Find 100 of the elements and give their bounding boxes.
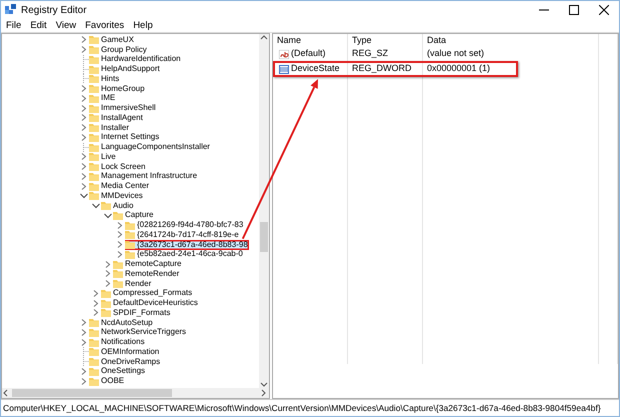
folder-icon [89, 182, 99, 191]
horizontal-scrollbar[interactable] [2, 388, 269, 398]
tree-item[interactable]: OneDriveRamps [89, 356, 162, 366]
tree-item[interactable]: OOBE [89, 376, 126, 386]
tree-item[interactable]: Management Infrastructure [89, 172, 198, 182]
tree-item[interactable]: Hints [89, 74, 120, 84]
scroll-up-icon[interactable] [260, 34, 268, 42]
expand-chevron-icon[interactable] [103, 260, 113, 269]
expand-chevron-icon[interactable] [79, 94, 89, 103]
value-data: 0x00000001 (1) [426, 63, 492, 75]
expand-chevron-icon[interactable] [79, 366, 89, 376]
value-name[interactable]: DeviceState [291, 62, 340, 76]
folder-icon [89, 64, 99, 74]
expand-chevron-icon[interactable] [115, 250, 125, 259]
expand-chevron-icon[interactable] [79, 152, 89, 162]
folder-icon [89, 347, 99, 356]
scroll-thumb[interactable] [260, 222, 268, 252]
expand-chevron-icon[interactable] [79, 35, 89, 44]
tree-item[interactable]: Live [89, 152, 117, 162]
tree-item[interactable]: RemoteRender [113, 269, 180, 279]
tree-item[interactable]: Compressed_Formats [101, 288, 194, 298]
vertical-scrollbar[interactable] [259, 34, 269, 388]
tree-item[interactable]: Media Center [89, 181, 150, 191]
tree-item[interactable]: Render [113, 278, 152, 288]
menu-item[interactable]: Help [133, 20, 153, 31]
expand-chevron-icon[interactable] [115, 220, 125, 230]
tree-item[interactable]: InstallAgent [89, 113, 144, 123]
expand-chevron-icon[interactable] [79, 162, 89, 172]
collapse-chevron-icon[interactable] [103, 210, 113, 220]
maximize-icon[interactable] [569, 5, 579, 15]
expand-chevron-icon[interactable] [115, 230, 125, 240]
expand-chevron-icon[interactable] [79, 338, 89, 347]
folder-icon [89, 54, 99, 64]
expand-chevron-icon[interactable] [79, 172, 89, 181]
collapse-chevron-icon[interactable] [79, 191, 89, 200]
value-name[interactable]: (Default) [291, 47, 326, 61]
scroll-left-icon[interactable] [2, 389, 10, 397]
tree-item[interactable]: Lock Screen [89, 162, 146, 172]
expand-chevron-icon[interactable] [79, 45, 89, 54]
tree-item[interactable]: HomeGroup [89, 84, 146, 94]
column-header[interactable]: Type [348, 34, 423, 47]
tree-item[interactable]: IME [89, 94, 116, 104]
expand-chevron-icon[interactable] [115, 240, 125, 250]
scroll-thumb[interactable] [12, 389, 172, 397]
tree-item[interactable]: LanguageComponentsInstaller [89, 142, 211, 152]
folder-icon [89, 104, 99, 113]
expand-chevron-icon[interactable] [91, 298, 101, 308]
folder-icon [89, 366, 99, 376]
tree-item[interactable]: Notifications [89, 337, 146, 347]
collapse-chevron-icon[interactable] [91, 201, 101, 210]
registry-app-icon [5, 4, 17, 16]
expand-chevron-icon[interactable] [79, 132, 89, 142]
tree-item[interactable]: Audio [101, 200, 134, 210]
tree-item[interactable]: GameUX [89, 35, 135, 45]
scroll-down-icon[interactable] [260, 380, 268, 388]
expand-chevron-icon[interactable] [79, 182, 89, 191]
tree-item[interactable]: HardwareIdentification [89, 54, 182, 64]
expand-chevron-icon[interactable] [79, 376, 89, 386]
menu-item[interactable]: View [56, 20, 76, 31]
folder-icon [125, 220, 135, 230]
tree-item[interactable]: RemoteCapture [113, 259, 182, 269]
column-header[interactable]: Data [423, 34, 599, 47]
tree-item[interactable]: Installer [89, 122, 130, 132]
tree-item[interactable]: OneSettings [89, 366, 146, 376]
tree-item[interactable]: {e5b82aed-24e1-46ca-9cab-0 [125, 250, 244, 260]
expand-chevron-icon[interactable] [91, 308, 101, 318]
tree-item[interactable]: HelpAndSupport [89, 64, 161, 74]
expand-chevron-icon[interactable] [79, 104, 89, 113]
tree-item[interactable]: NetworkServiceTriggers [89, 328, 188, 338]
tree-item[interactable]: ImmersiveShell [89, 103, 157, 113]
expand-chevron-icon[interactable] [103, 279, 113, 288]
close-icon[interactable] [599, 5, 609, 15]
expand-chevron-icon[interactable] [79, 318, 89, 328]
value-data: (value not set) [426, 48, 486, 60]
expand-chevron-icon[interactable] [79, 84, 89, 94]
tree-item[interactable]: Internet Settings [89, 132, 160, 142]
expand-chevron-icon[interactable] [91, 288, 101, 298]
expand-chevron-icon[interactable] [79, 328, 89, 337]
tree-item[interactable]: OEMInformation [89, 347, 160, 357]
tree-item[interactable]: {3a2673c1-d67a-46ed-8b83-98 [125, 240, 249, 250]
scroll-right-icon[interactable] [259, 389, 267, 397]
folder-icon [89, 376, 99, 386]
expand-chevron-icon[interactable] [79, 123, 89, 132]
tree-item[interactable]: SPDIF_Formats [101, 308, 172, 318]
folder-icon [89, 35, 99, 44]
expand-chevron-icon[interactable] [103, 269, 113, 278]
tree-item[interactable]: NcdAutoSetup [89, 318, 154, 328]
tree-item[interactable]: {02821269-f94d-4780-bfc7-83 [125, 220, 244, 230]
tree-item[interactable]: MMDevices [89, 191, 144, 201]
menu-item[interactable]: File [6, 20, 22, 31]
tree-item[interactable]: {2641724b-7d17-4cff-819e-e [125, 230, 240, 240]
menu-item[interactable]: Edit [30, 20, 47, 31]
expand-chevron-icon[interactable] [79, 113, 89, 122]
value-type: REG_DWORD [348, 63, 423, 75]
folder-icon [89, 328, 99, 337]
menu-item[interactable]: Favorites [85, 20, 124, 31]
column-header[interactable]: Name [273, 34, 348, 47]
tree-item[interactable]: Capture [113, 210, 154, 220]
tree-item[interactable]: Group Policy [89, 44, 148, 54]
tree-item[interactable]: DefaultDeviceHeuristics [101, 298, 199, 308]
